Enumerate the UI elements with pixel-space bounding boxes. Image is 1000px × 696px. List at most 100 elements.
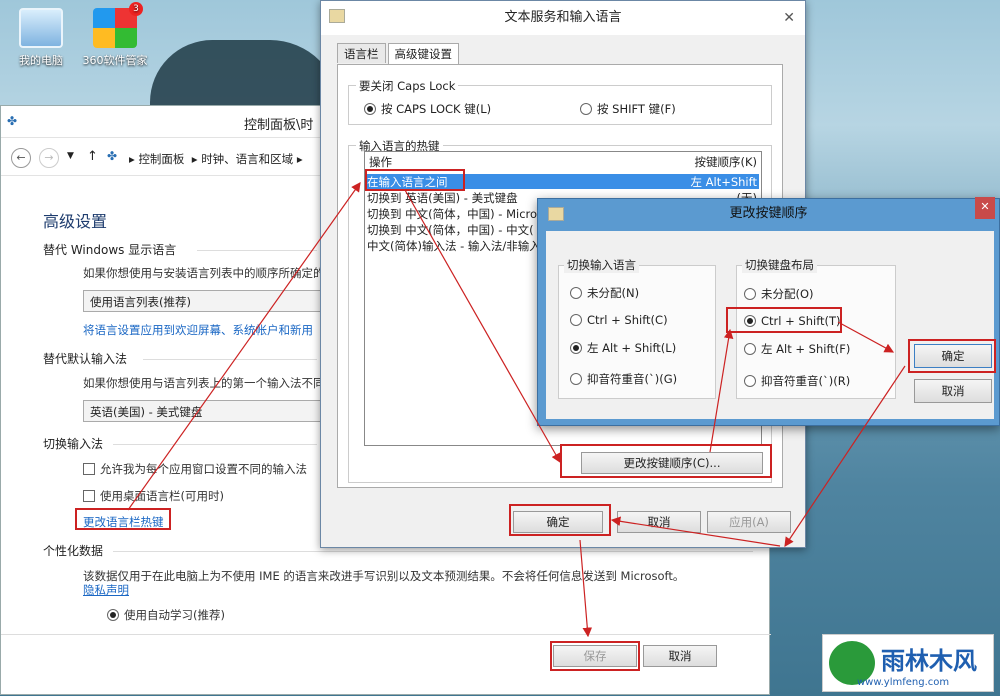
close-icon[interactable]: ✕ (783, 1, 795, 35)
radio-label: 未分配(O) (761, 287, 814, 301)
section-label: 个性化数据 (43, 544, 104, 558)
layout-option[interactable]: 抑音符重音(`)(R) (744, 373, 850, 389)
tab-advanced-key-settings[interactable]: 高级键设置 (387, 43, 459, 65)
row-action: 切换到 中文(简体，中国) - 中文( (367, 223, 534, 237)
divider (197, 250, 317, 251)
radio[interactable] (744, 375, 756, 387)
watermark-brand: 雨林木风 (881, 647, 977, 675)
divider (113, 444, 317, 445)
keyboard-icon (548, 207, 564, 221)
forward-button[interactable]: → (39, 148, 59, 168)
per-app-input-checkbox[interactable]: 允许我为每个应用窗口设置不同的输入法 (83, 461, 307, 477)
divider (143, 359, 317, 360)
lang-option[interactable]: 未分配(N) (570, 285, 639, 301)
checkbox[interactable] (83, 463, 95, 475)
radio[interactable] (570, 287, 582, 299)
dialog-title: 文本服务和输入语言 (504, 10, 622, 25)
keyboard-icon (329, 9, 345, 23)
auto-learning-radio[interactable]: 使用自动学习(推荐) (107, 607, 225, 623)
radio-label: 左 Alt + Shift(F) (761, 342, 851, 356)
breadcrumb-item[interactable]: 控制面板 (138, 152, 184, 166)
desktop-icon-computer[interactable]: 我的电脑 (6, 8, 76, 68)
section-label: 替代 Windows 显示语言 (43, 243, 177, 257)
group-label: 切换输入语言 (564, 257, 639, 273)
desktop-icon-360[interactable]: 3 360软件管家 (80, 2, 150, 68)
input-method-select[interactable]: 英语(美国) - 美式键盘 (83, 400, 323, 422)
section-desc: 该数据仅用于在此电脑上为不使用 IME 的语言来改进手写识别以及文本预测结果。不… (83, 569, 685, 583)
radio[interactable] (570, 373, 582, 385)
dialog-body: 切换输入语言 未分配(N) Ctrl + Shift(C) 左 Alt + Sh… (546, 231, 996, 419)
divider (1, 634, 771, 635)
desktop-icon-label: 我的电脑 (19, 54, 63, 67)
privacy-link[interactable]: 隐私声明 (83, 582, 129, 598)
dialog-titlebar: 更改按键顺序 ✕ (538, 197, 999, 229)
tab-bar: 语言栏 高级键设置 (337, 43, 461, 65)
cancel-button[interactable]: 取消 (914, 379, 992, 403)
layout-option[interactable]: 未分配(O) (744, 286, 814, 302)
section-label: 切换输入法 (43, 437, 104, 451)
cancel-button[interactable]: 取消 (643, 645, 717, 667)
row-action: 切换到 中文(简体，中国) - Micro (367, 207, 538, 221)
apply-button[interactable]: 应用(A) (707, 511, 791, 533)
checkbox-label: 使用桌面语言栏(可用时) (100, 489, 224, 503)
caps-lock-radio[interactable]: 按 CAPS LOCK 键(L) (364, 101, 491, 117)
lang-option[interactable]: 抑音符重音(`)(G) (570, 371, 677, 387)
watermark-url: www.ylmfeng.com (857, 677, 950, 688)
control-panel-icon: ✤ (7, 114, 18, 128)
layout-option[interactable]: 左 Alt + Shift(F) (744, 341, 850, 357)
close-icon[interactable]: ✕ (975, 197, 995, 219)
radio[interactable] (107, 609, 119, 621)
desktop-wallpaper-hill (150, 40, 340, 110)
apply-settings-link[interactable]: 将语言设置应用到欢迎屏幕、系统帐户和新用 (83, 322, 313, 338)
page-title: 高级设置 (43, 212, 108, 231)
group-label: 要关闭 Caps Lock (356, 78, 459, 94)
dialog-titlebar: 文本服务和输入语言 ✕ (321, 1, 805, 35)
radio-label: Ctrl + Shift(C) (587, 313, 668, 327)
up-icon[interactable]: ↑ (87, 149, 98, 164)
section-desc: 如果你想使用与安装语言列表中的顺序所确定的 (83, 266, 325, 280)
radio-label: 左 Alt + Shift(L) (587, 341, 677, 355)
radio[interactable] (744, 343, 756, 355)
select-value: 使用语言列表(推荐) (90, 295, 191, 309)
breadcrumb-item[interactable]: 时钟、语言和区域 (201, 152, 293, 166)
radio[interactable] (570, 342, 582, 354)
radio-label: 按 SHIFT 键(F) (597, 102, 676, 116)
desktop-icon-label: 360软件管家 (82, 54, 148, 67)
highlight-box (560, 444, 772, 478)
desktop-langbar-checkbox[interactable]: 使用桌面语言栏(可用时) (83, 488, 224, 504)
column-header: 操作 (369, 155, 392, 169)
breadcrumb: ▸ 控制面板 ▸ 时钟、语言和区域 ▸ (129, 152, 303, 166)
watermark-logo: 雨林木风 www.ylmfeng.com (822, 634, 994, 692)
lang-option[interactable]: Ctrl + Shift(C) (570, 313, 668, 327)
radio[interactable] (744, 288, 756, 300)
highlight-box (908, 339, 996, 373)
software-manager-icon: 3 (93, 2, 143, 48)
radio-label: 抑音符重音(`)(G) (587, 372, 678, 386)
checkbox-label: 允许我为每个应用窗口设置不同的输入法 (100, 462, 307, 476)
group-label: 切换键盘布局 (742, 257, 817, 273)
section-desc: 如果你想使用与语言列表上的第一个输入法不同 (83, 376, 325, 390)
control-panel-icon: ✤ (107, 149, 118, 163)
highlight-box (509, 504, 611, 536)
dialog-title: 更改按键顺序 (729, 206, 808, 221)
cancel-button[interactable]: 取消 (617, 511, 701, 533)
radio-label: 未分配(N) (587, 286, 640, 300)
radio-label: 按 CAPS LOCK 键(L) (381, 102, 492, 116)
checkbox[interactable] (83, 490, 95, 502)
column-header: 按键顺序(K) (694, 155, 757, 169)
divider (113, 551, 753, 552)
tab-language-bar[interactable]: 语言栏 (337, 43, 386, 63)
lang-option[interactable]: 左 Alt + Shift(L) (570, 340, 676, 356)
section-label: 替代默认输入法 (43, 352, 128, 366)
display-language-select[interactable]: 使用语言列表(推荐) (83, 290, 323, 312)
change-key-sequence-dialog: 更改按键顺序 ✕ 切换输入语言 未分配(N) Ctrl + Shift(C) 左… (537, 197, 1000, 426)
row-action: 中文(简体)输入法 - 输入法/非输入 (367, 239, 541, 253)
back-button[interactable]: ← (11, 148, 31, 168)
radio[interactable] (364, 103, 376, 115)
radio[interactable] (570, 314, 582, 326)
chevron-down-icon[interactable]: ▼ (67, 151, 74, 161)
row-sequence: 左 Alt+Shift (690, 175, 757, 189)
shift-radio[interactable]: 按 SHIFT 键(F) (580, 101, 676, 117)
radio[interactable] (580, 103, 592, 115)
row-action: 切换到 英语(美国) - 美式键盘 (367, 191, 518, 205)
